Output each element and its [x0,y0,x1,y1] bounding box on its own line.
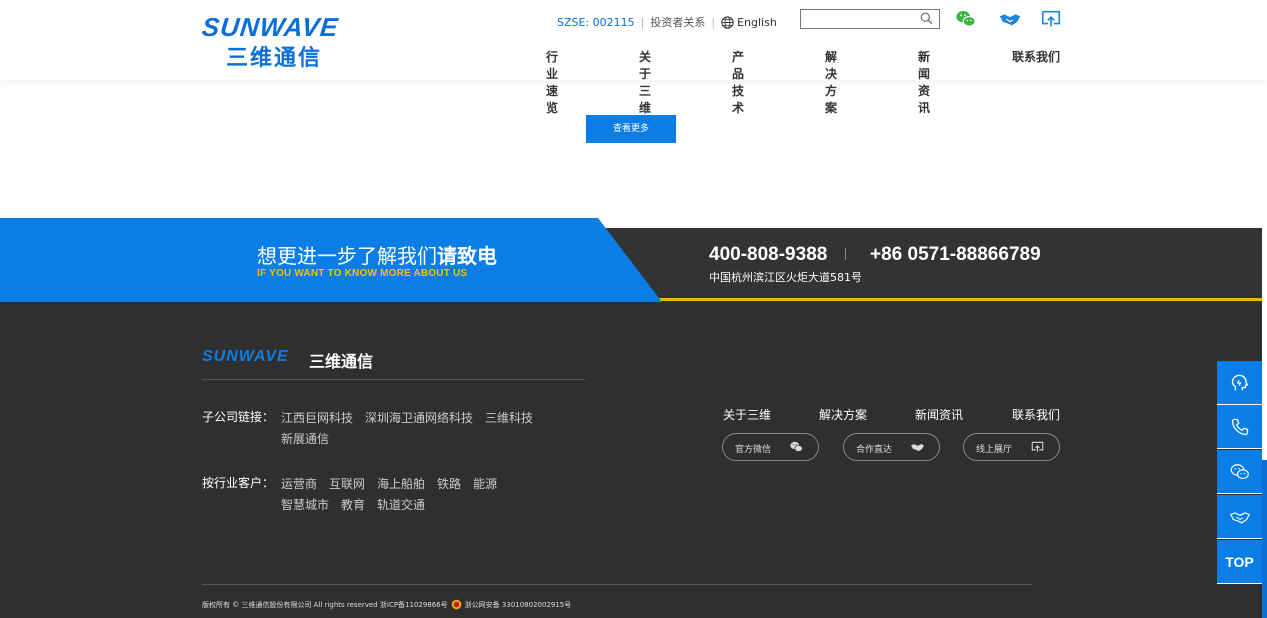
customer-link[interactable]: 教育 [341,498,365,512]
pill-label: 官方微信 [735,445,772,455]
address: 中国杭州滨江区火炬大道581号 [709,271,862,284]
online-showroom-icon[interactable] [1040,8,1062,30]
copyright: 版权所有 © 三维通信股份有限公司 All rights reserved 浙I… [202,599,571,610]
cooperation-pill[interactable]: 合作直达 [843,433,940,461]
footer-nav-news[interactable]: 新闻资讯 [915,406,963,423]
customer-link[interactable]: 能源 [473,477,497,491]
customers-label: 按行业客户： [202,476,275,490]
police-badge-icon [451,599,461,610]
footer-nav-contact[interactable]: 联系我们 [1012,406,1060,423]
side-wechat-button[interactable] [1217,450,1262,494]
separator: | [640,15,645,29]
police-record[interactable]: 浙公网安备 33010802002915号 [465,600,572,610]
customer-link[interactable]: 海上船舶 [377,477,425,491]
official-wechat-pill[interactable]: 官方微信 [722,433,819,461]
search-box [800,9,940,31]
footer-logo-en[interactable]: SUNWAVE [202,348,289,366]
investor-relations-link[interactable]: 投资者关系 [650,14,705,30]
search-input[interactable] [801,13,911,31]
nav-item-news[interactable]: 新闻资讯 [918,48,930,116]
handshake-icon [911,444,924,452]
subsidiaries-list: 江西巨网科技 深圳海卫通网络科技 三维科技新展通信 [281,408,561,450]
online-showroom-icon [1031,441,1044,452]
band-title-bold: 请致电 [437,244,497,268]
nav-item-contact[interactable]: 联系我们 [1012,48,1060,65]
top-links: SZSE: 002115 | 投资者关系 | English [557,14,777,30]
subsidiary-link[interactable]: 深圳海卫通网络科技 [365,411,473,425]
stock-code-link[interactable]: SZSE: 002115 [557,16,635,29]
divider [202,584,1032,585]
wechat-icon [790,441,803,452]
footer-logo-cn[interactable]: 三维通信 [309,348,373,372]
wechat-icon [1230,463,1249,479]
customer-link[interactable]: 运营商 [281,477,317,491]
side-phone-button[interactable] [1217,405,1262,449]
band-subtitle: IF YOU WANT TO KNOW MORE ABOUT US [257,268,468,279]
side-cooperation-button[interactable] [1217,495,1262,539]
phone-icon [1231,418,1248,435]
band-title: 想更进一步了解我们请致电 [257,240,497,269]
online-showroom-pill[interactable]: 线上展厅 [963,433,1060,461]
subsidiary-link[interactable]: 江西巨网科技 [281,411,353,425]
contact-band: 想更进一步了解我们请致电 IF YOU WANT TO KNOW MORE AB… [0,218,1262,302]
customer-link[interactable]: 智慧城市 [281,498,329,512]
band-accent-line [650,298,1262,301]
footer-nav-about[interactable]: 关于三维 [723,406,771,423]
handshake-icon[interactable] [999,8,1021,30]
nav-item-products[interactable]: 产品技术 [732,48,744,116]
customer-link[interactable]: 铁路 [437,477,461,491]
nav-item-solutions[interactable]: 解决方案 [825,48,837,116]
side-consult-button[interactable] [1217,361,1262,405]
logo-cn[interactable]: 三维通信 [226,40,322,72]
subsidiaries-label: 子公司链接： [202,410,275,424]
site-footer: SUNWAVE 三维通信 子公司链接： 江西巨网科技 深圳海卫通网络科技 三维科技新… [0,302,1262,618]
handshake-icon [1229,511,1250,524]
separator [845,248,846,260]
office-phone[interactable]: +86 0571-88866789 [870,244,1041,266]
divider [202,379,585,380]
scrollbar-thumb[interactable] [1262,460,1267,618]
wechat-icon[interactable] [955,8,977,30]
consult-icon [1231,374,1248,390]
copyright-text: 版权所有 © 三维通信股份有限公司 All rights reserved 浙I… [202,600,448,609]
footer-nav-solutions[interactable]: 解决方案 [819,406,867,423]
language-label: English [737,15,777,29]
customer-link[interactable]: 轨道交通 [377,498,425,512]
customers-list: 运营商 互联网 海上船舶 铁路 能源智慧城市 教育 轨道交通 [281,474,561,516]
subsidiary-link[interactable]: 三维科技 [485,411,533,425]
pill-label: 合作直达 [856,445,893,455]
logo-en[interactable]: SUNWAVE [200,12,340,43]
nav-item-industry[interactable]: 行业速览 [546,48,558,116]
globe-icon [721,15,734,29]
subsidiary-link[interactable]: 新展通信 [281,432,329,446]
hotline-phone[interactable]: 400-808-9388 [709,244,827,266]
view-more-button[interactable]: 查看更多 [586,115,676,143]
nav-item-about[interactable]: 关于三维 [639,48,651,116]
search-icon[interactable] [920,12,933,25]
customer-link[interactable]: 互联网 [329,477,365,491]
pill-label: 线上展厅 [976,445,1013,455]
separator: | [711,15,716,29]
back-to-top-button[interactable]: TOP [1217,540,1262,584]
site-header: SUNWAVE 三维通信 SZSE: 002115 | 投资者关系 | Engl… [0,0,1267,115]
band-title-normal: 想更进一步了解我们 [257,244,437,268]
language-switch[interactable]: English [721,16,777,29]
